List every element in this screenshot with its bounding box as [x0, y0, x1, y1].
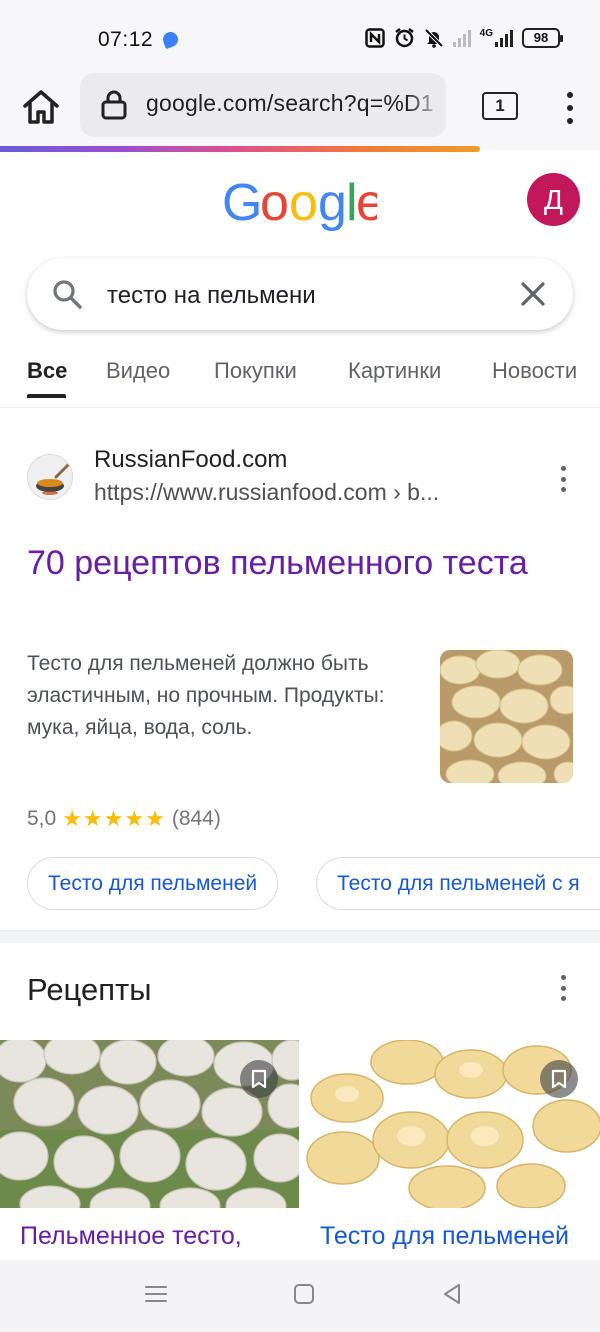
browser-menu-button[interactable]: [556, 88, 584, 128]
system-navigation-bar: [0, 1260, 600, 1332]
bookmark-icon: [551, 1069, 567, 1089]
back-nav-icon[interactable]: [440, 1282, 464, 1306]
avatar-letter: Д: [544, 183, 563, 215]
address-bar[interactable]: google.com/search?q=%D1: [80, 73, 446, 137]
result-snippet: Тесто для пельменей должно быть эластичн…: [27, 652, 385, 739]
alarm-icon: [394, 28, 414, 48]
battery-level: 98: [533, 30, 549, 45]
search-input[interactable]: тесто на пельмени: [107, 282, 316, 310]
recipes-more-options-button[interactable]: [553, 975, 573, 1001]
account-avatar[interactable]: Д: [527, 173, 580, 226]
recent-apps-icon[interactable]: [144, 1282, 168, 1306]
svg-text:e: e: [356, 174, 377, 232]
tab-count: 1: [495, 96, 505, 115]
rating-stars-icon: ★★★★★: [62, 806, 166, 831]
recipes-heading: Рецепты: [27, 972, 152, 1007]
network-type: 4G: [479, 27, 493, 39]
svg-text:o: o: [260, 174, 288, 232]
svg-text:l: l: [346, 174, 357, 232]
home-button[interactable]: [20, 86, 62, 128]
section-divider: [0, 930, 600, 943]
tab-shopping[interactable]: Покупки: [214, 358, 297, 384]
tab-all[interactable]: Все: [27, 358, 67, 384]
svg-text:G: G: [222, 174, 261, 232]
home-nav-icon[interactable]: [292, 1282, 316, 1306]
status-time: 07:12: [98, 28, 154, 51]
clear-search-icon[interactable]: [519, 280, 547, 308]
mute-icon: [424, 28, 444, 48]
recipe-card-1-title[interactable]: Пельменное тесто,: [20, 1222, 242, 1251]
result-thumbnail[interactable]: [440, 650, 573, 783]
chip-label: Тесто для пельменей с я: [337, 871, 580, 895]
site-favicon: [27, 454, 73, 500]
search-tabs: Все Видео Покупки Картинки Новости: [0, 350, 600, 408]
bookmark-icon: [251, 1069, 267, 1089]
tab-switcher-button[interactable]: 1: [482, 92, 518, 120]
tab-video[interactable]: Видео: [106, 358, 170, 384]
result-title-link[interactable]: 70 рецептов пельменного теста: [27, 540, 547, 586]
rating-value: 5,0: [27, 807, 57, 830]
svg-text:g: g: [318, 174, 346, 232]
home-icon: [23, 90, 59, 124]
nfc-icon: [364, 27, 385, 48]
result-rating: 5,0 ★★★★★ (844): [27, 806, 221, 832]
signal-sim1-icon: [452, 29, 471, 47]
tab-images[interactable]: Картинки: [348, 358, 441, 384]
url-text: google.com/search?q=%D1: [146, 90, 434, 116]
svg-text:o: o: [289, 174, 317, 232]
browser-toolbar: google.com/search?q=%D1 1: [0, 73, 600, 150]
result-site-url[interactable]: https://www.russianfood.com › b...: [94, 479, 514, 506]
tab-news[interactable]: Новости: [492, 358, 577, 384]
save-recipe-2-button[interactable]: [540, 1060, 578, 1098]
recipe-card-2-image[interactable]: [301, 1040, 600, 1208]
google-logo-image: G o o g l e: [222, 174, 385, 232]
save-recipe-1-button[interactable]: [240, 1060, 278, 1098]
page-load-progress: [0, 146, 480, 152]
rating-count: (844): [171, 807, 221, 830]
active-tab-indicator: [27, 394, 66, 398]
status-bar: 07:12 4G 98: [0, 0, 600, 76]
search-icon: [53, 280, 82, 309]
related-chip-2[interactable]: Тесто для пельменей с я: [316, 857, 600, 910]
result-site-name[interactable]: RussianFood.com: [94, 446, 287, 474]
search-box[interactable]: тесто на пельмени: [27, 258, 573, 330]
chip-label: Тесто для пельменей: [48, 871, 258, 895]
app-notification-icon: [160, 29, 181, 50]
result-more-options-button[interactable]: [553, 466, 573, 492]
related-chip-1[interactable]: Тесто для пельменей: [27, 857, 279, 910]
recipe-card-2-title[interactable]: Тесто для пельменей: [320, 1222, 569, 1251]
signal-4g-icon: 4G: [479, 27, 513, 47]
battery-icon: 98: [522, 27, 563, 48]
status-icons: 4G 98: [364, 27, 563, 48]
google-logo[interactable]: G o o g l e: [222, 174, 385, 246]
recipe-card-1-image[interactable]: [0, 1040, 299, 1208]
lock-icon: [101, 90, 127, 120]
